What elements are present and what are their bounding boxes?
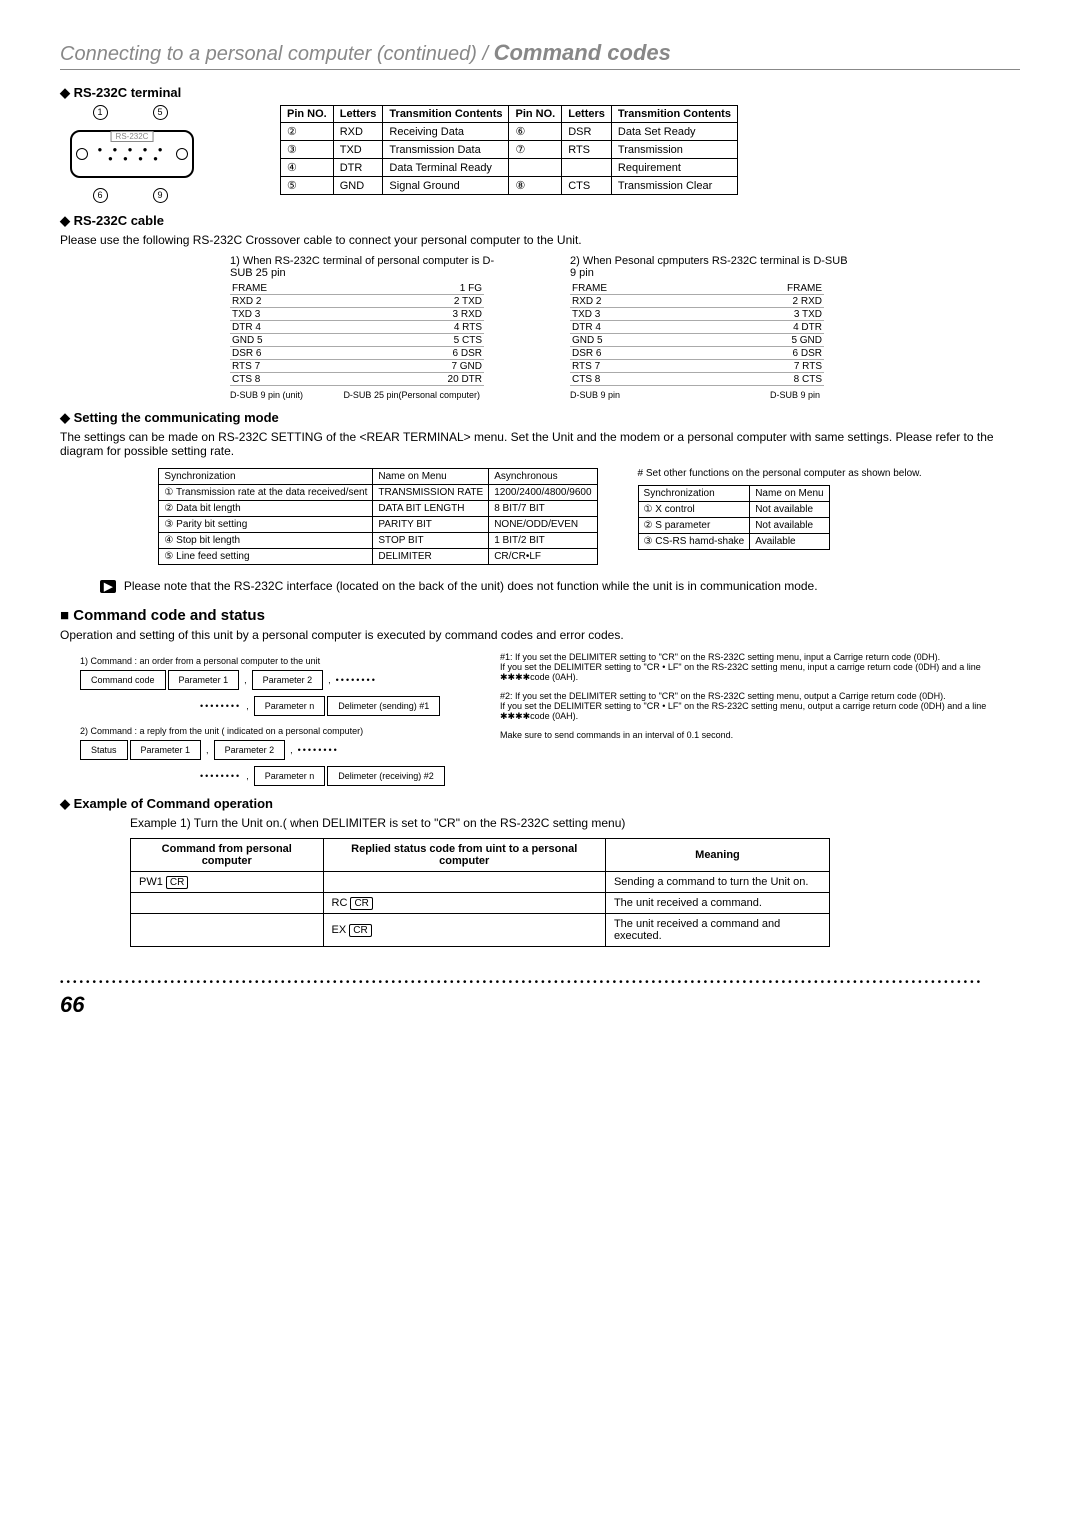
box-status: Status: [80, 740, 128, 760]
wiring1-title: 1) When RS-232C terminal of personal com…: [230, 255, 510, 279]
box-paramn-2: Parameter n: [254, 766, 326, 786]
box-delimiter-recv: Delimeter (receiving) #2: [327, 766, 445, 786]
other-note: # Set other functions on the personal co…: [638, 468, 922, 479]
setting-intro: The settings can be made on RS-232C SETT…: [60, 430, 1020, 458]
example1-text: Example 1) Turn the Unit on.( when DELIM…: [130, 816, 1020, 830]
title-prefix: Connecting to a personal computer (conti…: [60, 43, 494, 65]
box-param1-2: Parameter 1: [130, 740, 202, 760]
title-bold: Command codes: [494, 40, 671, 65]
wiring2-title: 2) When Pesonal cpmputers RS-232C termin…: [570, 255, 850, 279]
pin-table: Pin NO. Letters Transmition Contents Pin…: [280, 105, 738, 195]
cable-intro: Please use the following RS-232C Crossov…: [60, 233, 1020, 247]
setting-table: SynchronizationName on MenuAsynchronous …: [158, 468, 597, 565]
section-rs232c-cable: RS-232C cable: [60, 213, 1020, 229]
make-sure: Make sure to send commands in an interva…: [500, 730, 1020, 740]
port-pin-5: 5: [153, 105, 168, 120]
box-paramn: Parameter n: [254, 696, 326, 716]
box-param2: Parameter 2: [252, 670, 324, 690]
box-param2-2: Parameter 2: [214, 740, 286, 760]
port-pin-1: 1: [93, 105, 108, 120]
note-box: ▶ Please note that the RS-232C interface…: [100, 579, 980, 593]
footer-dots: ••••••••••••••••••••••••••••••••••••••••…: [60, 977, 1020, 988]
hash2: #2: If you set the DELIMITER setting to …: [500, 691, 1020, 722]
section-command-code-status: Command code and status: [60, 607, 1020, 624]
other-funcs-table: SynchronizationName on Menu ① X controlN…: [638, 485, 830, 550]
note-icon: ▶: [100, 580, 116, 593]
box-param1: Parameter 1: [168, 670, 240, 690]
section-rs232c-terminal: RS-232C terminal: [60, 85, 1020, 101]
cmd-diag1-label: 1) Command : an order from a personal co…: [80, 656, 480, 666]
box-command-code: Command code: [80, 670, 166, 690]
dsub-port-icon: RS-232C ● ● ● ● ● ● ● ● ●: [70, 130, 194, 178]
cmd-diag2-label: 2) Command : a reply from the unit ( ind…: [80, 726, 480, 736]
section-setting-mode: Setting the communicating mode: [60, 410, 1020, 426]
port-pin-6: 6: [93, 188, 108, 203]
page-title: Connecting to a personal computer (conti…: [60, 40, 1020, 70]
example-table: Command from personal computer Replied s…: [130, 838, 830, 947]
wiring-diagram-1: FRAME1 FGRXD 22 TXDTXD 33 RXDDTR 44 RTSG…: [230, 283, 510, 386]
wiring-diagram-2: FRAMEFRAMERXD 22 RXDTXD 33 TXDDTR 44 DTR…: [570, 283, 850, 386]
cmd-intro: Operation and setting of this unit by a …: [60, 628, 1020, 642]
section-example-operation: Example of Command operation: [60, 796, 1020, 812]
page-number: 66: [60, 992, 1020, 1018]
hash1: #1: If you set the DELIMITER setting to …: [500, 652, 1020, 683]
box-delimiter-send: Delimeter (sending) #1: [327, 696, 440, 716]
port-pin-9: 9: [153, 188, 168, 203]
